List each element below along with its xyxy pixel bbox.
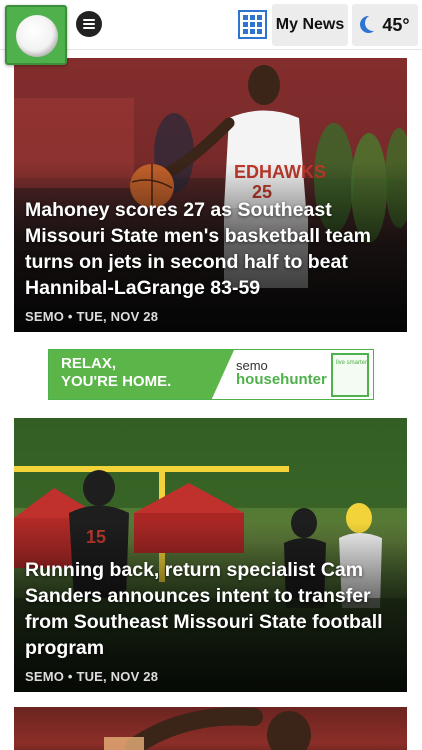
story-headline[interactable]: Mahoney scores 27 as Southeast Missouri … [25, 197, 393, 301]
ad-banner[interactable]: RELAX, YOU'RE HOME. semo househunter liv… [48, 349, 374, 400]
temperature: 45° [382, 14, 410, 35]
grid-icon[interactable] [238, 10, 267, 39]
ad-tagline-line2: YOU'RE HOME. [61, 373, 172, 390]
my-news-label: My News [275, 16, 345, 33]
story-card[interactable] [14, 707, 407, 750]
ad-badge-icon: live smarter [331, 353, 369, 397]
ad-brand-line2: househunter [236, 371, 327, 388]
story-card[interactable]: 15 Running back, return specialist Cam S… [14, 418, 407, 692]
story-meta: SEMO • TUE, NOV 28 [25, 669, 159, 684]
story-photo-partial [104, 707, 311, 750]
crescent-moon-icon [360, 15, 382, 34]
logo-icon[interactable] [5, 5, 67, 65]
story-card[interactable]: EDHAWKS 25 Mahoney scores 27 as Southeas… [14, 58, 407, 332]
my-news-button[interactable]: My News [272, 4, 348, 46]
menu-button[interactable] [76, 11, 102, 37]
story-headline[interactable]: Running back, return specialist Cam Sand… [25, 557, 393, 661]
ad-badge-text: live smarter [336, 360, 368, 366]
story-meta: SEMO • TUE, NOV 28 [25, 309, 159, 324]
ad-tagline-line1: RELAX, [61, 355, 117, 372]
weather-button[interactable]: 45° [352, 4, 418, 46]
